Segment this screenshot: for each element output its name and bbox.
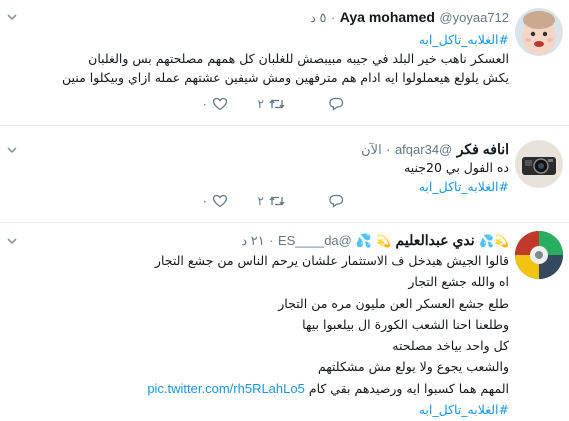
tweet-item[interactable]: انافه فكر @afqar34 · الآن ده الفول بي 20… xyxy=(0,126,569,223)
retweet-icon xyxy=(269,99,285,109)
tweet-header: انافه فكر @afqar34 · الآن xyxy=(361,140,509,159)
tweet-line: ده الفول بي 20جنيه xyxy=(404,160,509,175)
tweet-time[interactable]: ٥ د xyxy=(310,10,326,25)
reply-icon xyxy=(329,194,344,208)
separator-dot: · xyxy=(269,233,274,248)
like-count: ٠ xyxy=(201,97,208,111)
like-button[interactable]: ٠ xyxy=(176,194,228,208)
tweet-header: Aya mohamed @yoyaa712 · ٥ د xyxy=(310,8,509,27)
separator-dot: · xyxy=(330,10,336,25)
user-name[interactable]: انافه فكر xyxy=(457,141,509,157)
tweet-feed: Aya mohamed @yoyaa712 · ٥ د #الغلابه_تاك… xyxy=(0,0,569,421)
tweet-time[interactable]: الآن xyxy=(361,142,382,157)
tweet-text: ده الفول بي 20جنيه #الغلابه_تاكل_ابه xyxy=(404,158,509,196)
tweet-line-text: المهم هما كسبوا ايه ورصيدهم بقي كام xyxy=(308,380,509,396)
handle-text: @ES____da xyxy=(277,233,352,248)
tweet-line: المهم هما كسبوا ايه ورصيدهم بقي كام pic.… xyxy=(147,378,509,399)
tweet-actions: ٢ ٠ xyxy=(176,97,344,111)
avatar[interactable] xyxy=(515,140,563,188)
retweet-icon xyxy=(269,196,285,206)
tweet-header: 💫💦 ندي عبدالعليم 💫 💦 @ES____da · ٢١ د xyxy=(241,231,509,250)
baby-photo-icon xyxy=(515,8,563,56)
tweet-line: والشعب يجوع ولا يولع مش مشكلتهم xyxy=(317,359,509,375)
tweet-text: #الغلابه_تاكل_ابه العسكر ناهب خير البلد … xyxy=(62,30,509,87)
tweet-line: قالوا الجيش هيدخل ف الاستثمار علشان يرحم… xyxy=(154,253,509,268)
retweet-button[interactable]: ٢ xyxy=(234,97,286,111)
hashtag-link[interactable]: #الغلابه_تاكل_ابه xyxy=(62,30,509,49)
like-button[interactable]: ٠ xyxy=(176,97,228,111)
tweet-text: قالوا الجيش هيدخل ف الاستثمار علشان يرحم… xyxy=(147,250,509,420)
chevron-down-icon[interactable] xyxy=(6,11,18,23)
reply-button[interactable] xyxy=(292,97,344,111)
user-handle[interactable]: 💦 @ES____da xyxy=(278,233,372,248)
tweet-line: العسكر ناهب خير البلد في جيبه مبيبصش للغ… xyxy=(88,51,509,66)
sparkle-emoji: 💫💦 xyxy=(479,234,509,248)
tweet-line: اه والله جشع التجار xyxy=(408,274,509,290)
avatar[interactable] xyxy=(515,8,563,56)
user-handle[interactable]: @afqar34 xyxy=(395,142,452,157)
tweet-line: كل واحد بياخد مصلحته xyxy=(392,338,509,354)
reply-button[interactable] xyxy=(292,194,344,208)
chevron-down-icon[interactable] xyxy=(6,144,18,156)
tweet-item[interactable]: 💫💦 ندي عبدالعليم 💫 💦 @ES____da · ٢١ د قا… xyxy=(0,223,569,421)
user-name[interactable]: ندي عبدالعليم xyxy=(396,232,475,248)
user-name[interactable]: Aya mohamed xyxy=(340,9,435,25)
user-handle[interactable]: @yoyaa712 xyxy=(439,10,509,25)
collage-photo-icon xyxy=(515,231,563,279)
separator-dot: · xyxy=(386,142,391,157)
tweet-time[interactable]: ٢١ د xyxy=(241,233,264,248)
tweet-line: يكش يلولع هيعملولوا ايه ادام هم مترفهين … xyxy=(62,70,509,85)
avatar[interactable] xyxy=(515,231,563,279)
retweet-count: ٢ xyxy=(257,97,264,111)
hashtag-link[interactable]: #الغلابه_تاكل_ابه xyxy=(147,399,509,420)
heart-icon xyxy=(212,97,228,111)
tweet-line: طلع جشع العسكر العن مليون مره من التجار xyxy=(278,295,509,311)
retweet-button[interactable]: ٢ xyxy=(234,194,286,208)
handle-emoji: 💦 xyxy=(355,233,372,248)
tweet-line: وطلعنا احنا الشعب الكورة ال بيلعبوا بيها xyxy=(302,316,509,332)
heart-icon xyxy=(212,194,228,208)
reply-icon xyxy=(329,97,344,111)
tweet-actions: ٢ ٠ xyxy=(176,194,344,208)
like-count: ٠ xyxy=(201,194,208,208)
chevron-down-icon[interactable] xyxy=(6,235,18,247)
hashtag-link[interactable]: #الغلابه_تاكل_ابه xyxy=(404,177,509,196)
tweet-item[interactable]: Aya mohamed @yoyaa712 · ٥ د #الغلابه_تاك… xyxy=(0,0,569,126)
camera-photo-icon xyxy=(515,140,563,188)
sparkle-emoji: 💫 xyxy=(376,234,392,248)
media-link[interactable]: pic.twitter.com/rh5RLahLo5 xyxy=(147,381,305,396)
retweet-count: ٢ xyxy=(257,194,264,208)
